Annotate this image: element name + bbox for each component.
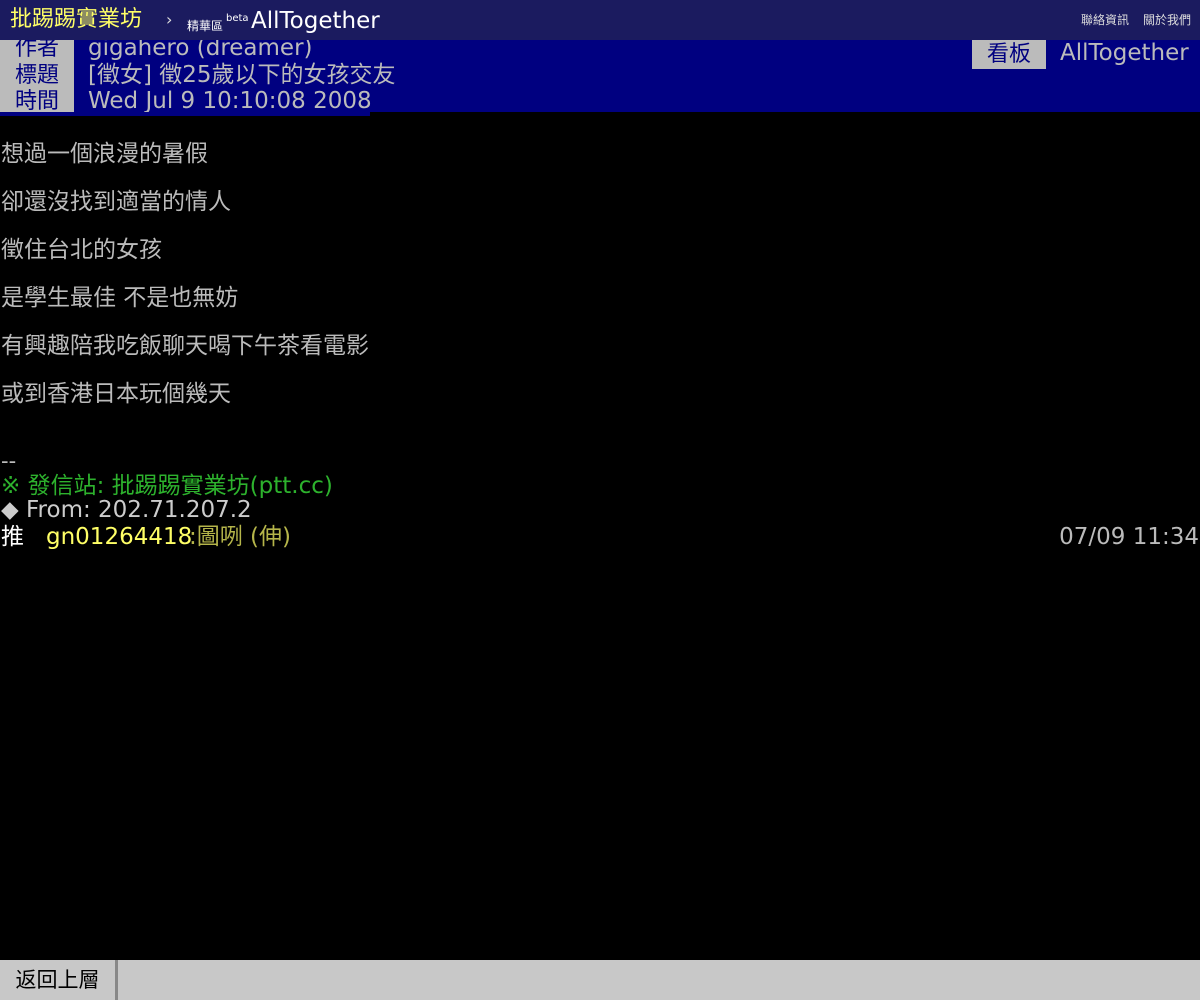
body-line: 或到香港日本玩個幾天 [1,381,231,407]
bottom-bar: 返回上層 [0,960,1200,1000]
breadcrumb-area-link[interactable]: 精華區 [187,18,223,34]
board-tag: 看板 [972,40,1046,69]
signature-separator: -- [1,449,17,473]
push-time: 07/09 11:34 [1059,524,1199,550]
author-value: gigahero (dreamer) [88,40,313,61]
article-body: 想過一個浪漫的暑假 卻還沒找到適當的情人 徵住台北的女孩 是學生最佳 不是也無妨… [1,130,1191,418]
back-to-parent-button[interactable]: 返回上層 [0,960,118,1000]
title-tag: 標題 [0,61,74,90]
about-us-link[interactable]: 關於我們 [1143,12,1191,28]
push-tag: 推 [1,524,24,550]
meta-time-strip [0,112,370,116]
title-value: [徵女] 徵25歲以下的女孩交友 [88,62,396,88]
breadcrumb-board-link[interactable]: AllTogether [251,6,380,36]
signature-from-ip: ◆ From: 202.71.207.2 [1,497,252,523]
body-line: 有興趣陪我吃飯聊天喝下午茶看電影 [1,333,369,359]
body-line: 徵住台北的女孩 [1,237,162,263]
body-line: 是學生最佳 不是也無妨 [1,285,239,311]
author-tag: 作者 [0,40,74,63]
time-value: Wed Jul 9 10:10:08 2008 [88,88,372,112]
time-tag: 時間 [0,87,74,112]
push-user-id: gn01264418 [46,524,193,550]
article-meta-header: 作者 gigahero (dreamer) 標題 [徵女] 徵25歲以下的女孩交… [0,40,1200,112]
top-nav-bar: 批踢踢實業坊 › 精華區 beta AllTogether 聯絡資訊 關於我們 [0,0,1200,40]
board-value: AllTogether [1060,40,1189,66]
push-content: :圖咧 (伸) [189,524,292,550]
site-name-link[interactable]: 批踢踢實業坊 [10,5,142,35]
breadcrumb-separator-icon: › [166,10,173,29]
contact-info-link[interactable]: 聯絡資訊 [1081,12,1129,28]
body-line: 想過一個浪漫的暑假 [1,141,208,167]
body-line: 卻還沒找到適當的情人 [1,189,231,215]
push-comment-row: 推 gn01264418 :圖咧 (伸) 07/09 11:34 [1,522,1199,552]
beta-badge: beta [226,13,249,24]
